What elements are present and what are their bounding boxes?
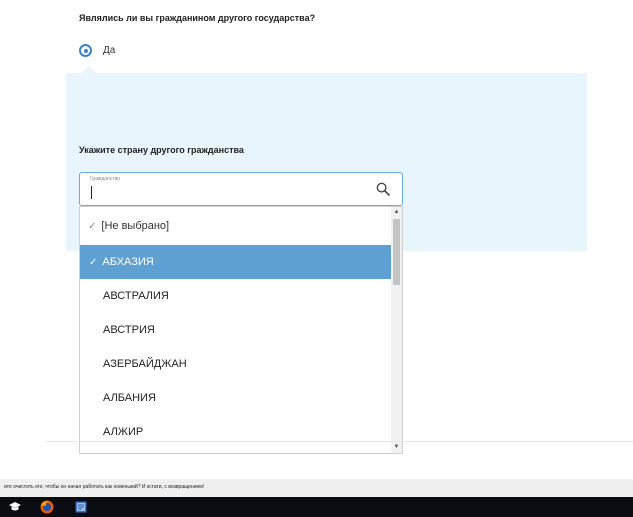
firefox-icon[interactable]	[40, 500, 54, 514]
input-floating-label: Гражданство	[90, 176, 120, 182]
section-divider	[45, 441, 633, 442]
country-field-label: Укажите страну другого гражданства	[79, 145, 244, 155]
document-app-icon[interactable]	[74, 500, 88, 514]
option-albania[interactable]: АЛБАНИЯ	[80, 381, 392, 415]
option-label: АБХАЗИЯ	[102, 256, 154, 268]
citizenship-question: Являлись ли вы гражданином другого госуд…	[79, 13, 316, 23]
option-label: АЛЖИР	[103, 426, 144, 438]
search-icon[interactable]	[376, 182, 390, 196]
check-icon: ✓	[88, 220, 97, 232]
option-label: АЗЕРБАЙДЖАН	[103, 358, 187, 370]
notification-bar: ите очистить его, чтобы он начал работат…	[0, 479, 633, 497]
option-label: АВСТРАЛИЯ	[103, 290, 169, 302]
option-label: АВСТРИЯ	[103, 324, 155, 336]
option-abkhazia[interactable]: ✓ АБХАЗИЯ	[80, 245, 392, 279]
option-algeria[interactable]: АЛЖИР	[80, 415, 392, 449]
option-label: АЛБАНИЯ	[103, 392, 156, 404]
radio-selected-icon[interactable]	[79, 44, 92, 57]
notification-text: ите очистить его, чтобы он начал работат…	[4, 484, 205, 490]
radio-label-yes: Да	[103, 45, 116, 56]
country-dropdown-list[interactable]: ✓ [Не выбрано] ✓ АБХАЗИЯ АВСТРАЛИЯ АВСТР…	[79, 206, 403, 454]
radio-option-yes[interactable]: Да	[79, 44, 115, 57]
dropdown-scrollbar[interactable]: ▲ ▼	[391, 207, 402, 453]
check-icon: ✓	[89, 256, 98, 268]
scrollbar-thumb[interactable]	[393, 219, 400, 285]
option-not-selected[interactable]: ✓ [Не выбрано]	[80, 207, 392, 245]
option-austria[interactable]: АВСТРИЯ	[80, 313, 392, 347]
dropdown-options: ✓ [Не выбрано] ✓ АБХАЗИЯ АВСТРАЛИЯ АВСТР…	[80, 207, 392, 449]
taskbar	[0, 497, 633, 517]
panel-pointer	[82, 66, 96, 73]
option-azerbaijan[interactable]: АЗЕРБАЙДЖАН	[80, 347, 392, 381]
citizenship-search-input[interactable]: Гражданство	[79, 172, 403, 206]
option-australia[interactable]: АВСТРАЛИЯ	[80, 279, 392, 313]
chevron-up-icon[interactable]: ▲	[391, 207, 402, 218]
option-label: [Не выбрано]	[101, 220, 170, 232]
graduation-cap-icon[interactable]	[8, 500, 22, 514]
chevron-down-icon[interactable]: ▼	[391, 442, 402, 453]
text-caret	[91, 186, 92, 199]
